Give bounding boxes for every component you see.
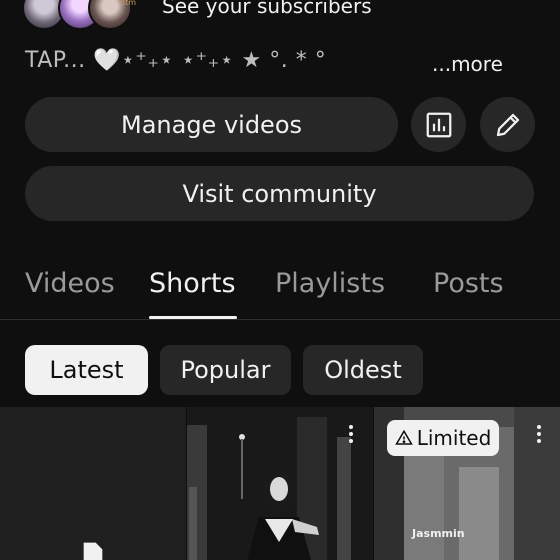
analytics-icon <box>426 112 451 137</box>
chip-popular-label: Popular <box>180 356 271 384</box>
chip-oldest[interactable]: Oldest <box>303 345 423 395</box>
analytics-button[interactable] <box>411 97 466 152</box>
avatar-tag: dtm <box>120 0 137 7</box>
tab-shorts[interactable]: Shorts <box>149 268 236 299</box>
visit-community-button[interactable]: Visit community <box>25 166 534 221</box>
limited-badge: Limited <box>387 420 499 456</box>
short-options-icon[interactable] <box>537 425 541 446</box>
tabs-divider <box>0 319 560 320</box>
short-overlay-text: Jasmmin <box>412 527 465 540</box>
visit-community-label: Visit community <box>182 179 377 208</box>
short-thumbnail-image <box>187 407 373 560</box>
manage-videos-button[interactable]: Manage videos <box>25 97 398 152</box>
channel-description[interactable]: TAP... 🤍⋆⁺₊⋆ ⋆⁺₊⋆ ★ °. * ° <box>25 48 326 73</box>
warning-icon <box>394 429 413 445</box>
see-subscribers-link[interactable]: See your subscribers <box>162 0 372 18</box>
chip-latest-label: Latest <box>49 356 124 384</box>
short-options-icon[interactable] <box>349 425 353 446</box>
chip-popular[interactable]: Popular <box>160 345 291 395</box>
short-tile-thumbnail[interactable] <box>187 407 373 560</box>
pencil-icon <box>496 113 519 136</box>
chip-latest[interactable]: Latest <box>25 345 148 395</box>
short-tile-draft[interactable] <box>0 407 186 560</box>
edit-channel-button[interactable] <box>480 97 535 152</box>
manage-videos-label: Manage videos <box>120 110 303 139</box>
chip-oldest-label: Oldest <box>324 356 402 384</box>
draft-file-icon <box>83 542 103 560</box>
tab-playlists[interactable]: Playlists <box>275 268 385 299</box>
limited-label: Limited <box>416 426 492 450</box>
tab-posts[interactable]: Posts <box>433 268 504 299</box>
tab-videos[interactable]: Videos <box>25 268 115 299</box>
more-link[interactable]: ...more <box>432 52 503 76</box>
